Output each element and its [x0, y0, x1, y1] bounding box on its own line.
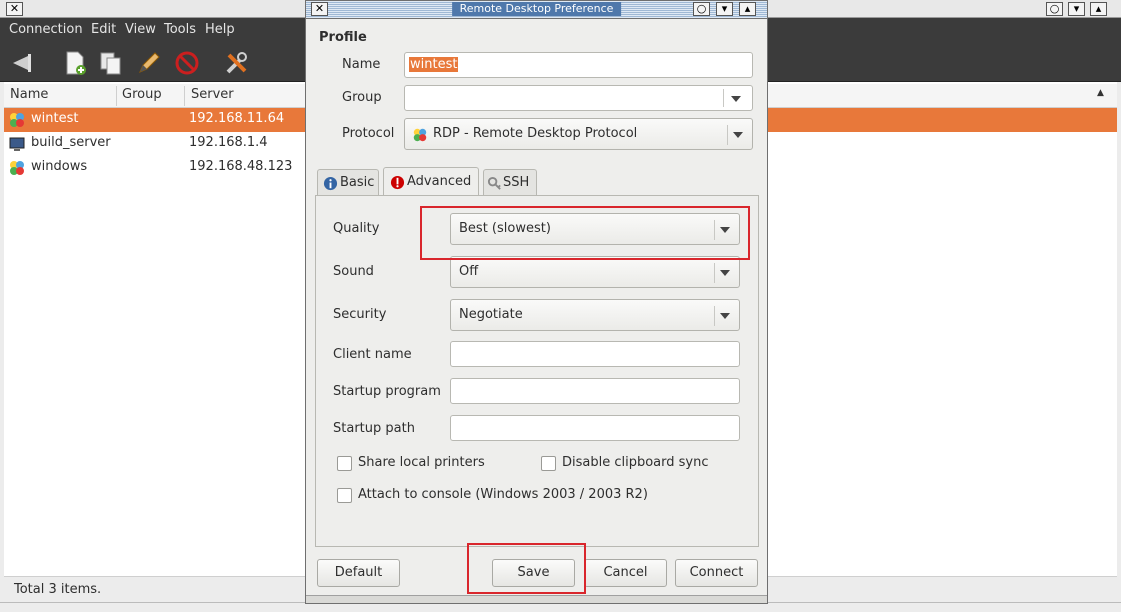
preferences-icon[interactable] — [224, 50, 250, 76]
menu-edit[interactable]: Edit — [91, 22, 116, 37]
client-name-label: Client name — [333, 347, 412, 362]
chevron-down-icon[interactable] — [720, 313, 730, 319]
row-name: windows — [31, 159, 88, 174]
column-separator — [184, 86, 185, 106]
security-label: Security — [333, 307, 387, 322]
quality-highlight-box — [420, 206, 750, 260]
client-name-field[interactable] — [450, 341, 740, 367]
row-name: build_server — [31, 135, 111, 150]
dialog-shade-button[interactable]: ○ — [693, 2, 710, 16]
security-value: Negotiate — [459, 307, 523, 322]
info-icon — [323, 176, 338, 191]
protocol-label: Protocol — [342, 126, 395, 141]
column-group[interactable]: Group — [122, 87, 162, 102]
default-button[interactable]: Default — [317, 559, 400, 587]
sort-arrow-icon[interactable]: ▲ — [1097, 88, 1104, 98]
warning-icon — [390, 175, 405, 190]
cancel-button[interactable]: Cancel — [584, 559, 667, 587]
row-name: wintest — [31, 111, 79, 126]
startup-path-field[interactable] — [450, 415, 740, 441]
connect-button[interactable]: Connect — [675, 559, 758, 587]
menu-view[interactable]: View — [125, 22, 156, 37]
chevron-down-icon[interactable] — [733, 132, 743, 138]
combo-separator — [714, 263, 715, 283]
tab-ssh-label: SSH — [503, 175, 530, 190]
name-label: Name — [342, 57, 381, 72]
column-separator — [116, 86, 117, 106]
column-name[interactable]: Name — [10, 87, 48, 102]
row-server: 192.168.1.4 — [189, 135, 268, 150]
menu-tools[interactable]: Tools — [164, 22, 196, 37]
share-printers-checkbox[interactable] — [337, 456, 352, 471]
share-printers-label[interactable]: Share local printers — [358, 455, 485, 470]
protocol-value: RDP - Remote Desktop Protocol — [433, 126, 638, 141]
combo-separator — [727, 125, 728, 145]
startup-path-label: Startup path — [333, 421, 415, 436]
attach-console-checkbox[interactable] — [337, 488, 352, 503]
disable-clipboard-label[interactable]: Disable clipboard sync — [562, 455, 709, 470]
security-combo[interactable]: Negotiate — [450, 299, 740, 331]
name-field[interactable]: wintest — [404, 52, 753, 78]
tab-basic-label: Basic — [340, 175, 375, 190]
main-shade-button[interactable]: ○ — [1046, 2, 1063, 16]
main-minimize-button[interactable]: ▾ — [1068, 2, 1085, 16]
dialog-close-button[interactable]: ✕ — [311, 2, 328, 16]
profile-heading: Profile — [319, 30, 367, 45]
combo-separator — [723, 89, 724, 107]
group-combo[interactable] — [404, 85, 753, 111]
chevron-down-icon[interactable] — [731, 96, 741, 102]
dialog-maximize-button[interactable]: ▴ — [739, 2, 756, 16]
new-icon[interactable] — [62, 50, 88, 76]
startup-program-field[interactable] — [450, 378, 740, 404]
protocol-combo[interactable]: RDP - Remote Desktop Protocol — [404, 118, 753, 150]
window-frame — [1117, 82, 1121, 612]
dialog-frame-bottom — [306, 595, 767, 603]
main-close-button[interactable]: ✕ — [6, 2, 23, 16]
chevron-down-icon[interactable] — [720, 270, 730, 276]
tab-advanced[interactable]: Advanced — [383, 167, 479, 196]
column-server[interactable]: Server — [191, 87, 234, 102]
status-text: Total 3 items. — [14, 582, 102, 597]
edit-icon[interactable] — [136, 50, 162, 76]
window-frame — [0, 82, 4, 612]
delete-icon[interactable] — [174, 50, 200, 76]
sound-label: Sound — [333, 264, 374, 279]
preference-dialog: ✕ Remote Desktop Preference ○ ▾ ▴ Profil… — [305, 0, 768, 604]
tab-ssh[interactable]: SSH — [483, 169, 537, 195]
attach-console-label[interactable]: Attach to console (Windows 2003 / 2003 R… — [358, 487, 648, 502]
group-label: Group — [342, 90, 382, 105]
copy-icon[interactable] — [98, 50, 124, 76]
save-highlight-box — [467, 543, 586, 594]
name-value: wintest — [409, 57, 459, 72]
sound-combo[interactable]: Off — [450, 256, 740, 288]
disable-clipboard-checkbox[interactable] — [541, 456, 556, 471]
menu-connection[interactable]: Connection — [9, 22, 83, 37]
tab-advanced-label: Advanced — [407, 174, 472, 189]
vnc-icon — [9, 137, 25, 151]
rdp-icon — [413, 128, 427, 142]
combo-separator — [714, 306, 715, 326]
rdp-icon — [10, 113, 24, 127]
row-server: 192.168.11.64 — [189, 111, 285, 126]
dialog-titlebar[interactable]: ✕ Remote Desktop Preference ○ ▾ ▴ — [306, 1, 767, 19]
startup-program-label: Startup program — [333, 384, 441, 399]
sound-value: Off — [459, 264, 479, 279]
rdp-icon — [10, 161, 24, 175]
quick-connect-icon[interactable] — [10, 50, 36, 76]
quality-label: Quality — [333, 221, 380, 236]
row-server: 192.168.48.123 — [189, 159, 293, 174]
main-maximize-button[interactable]: ▴ — [1090, 2, 1107, 16]
menu-help[interactable]: Help — [205, 22, 235, 37]
tab-basic[interactable]: Basic — [317, 169, 379, 195]
dialog-minimize-button[interactable]: ▾ — [716, 2, 733, 16]
ssh-key-icon — [487, 176, 501, 190]
dialog-title: Remote Desktop Preference — [451, 2, 622, 16]
